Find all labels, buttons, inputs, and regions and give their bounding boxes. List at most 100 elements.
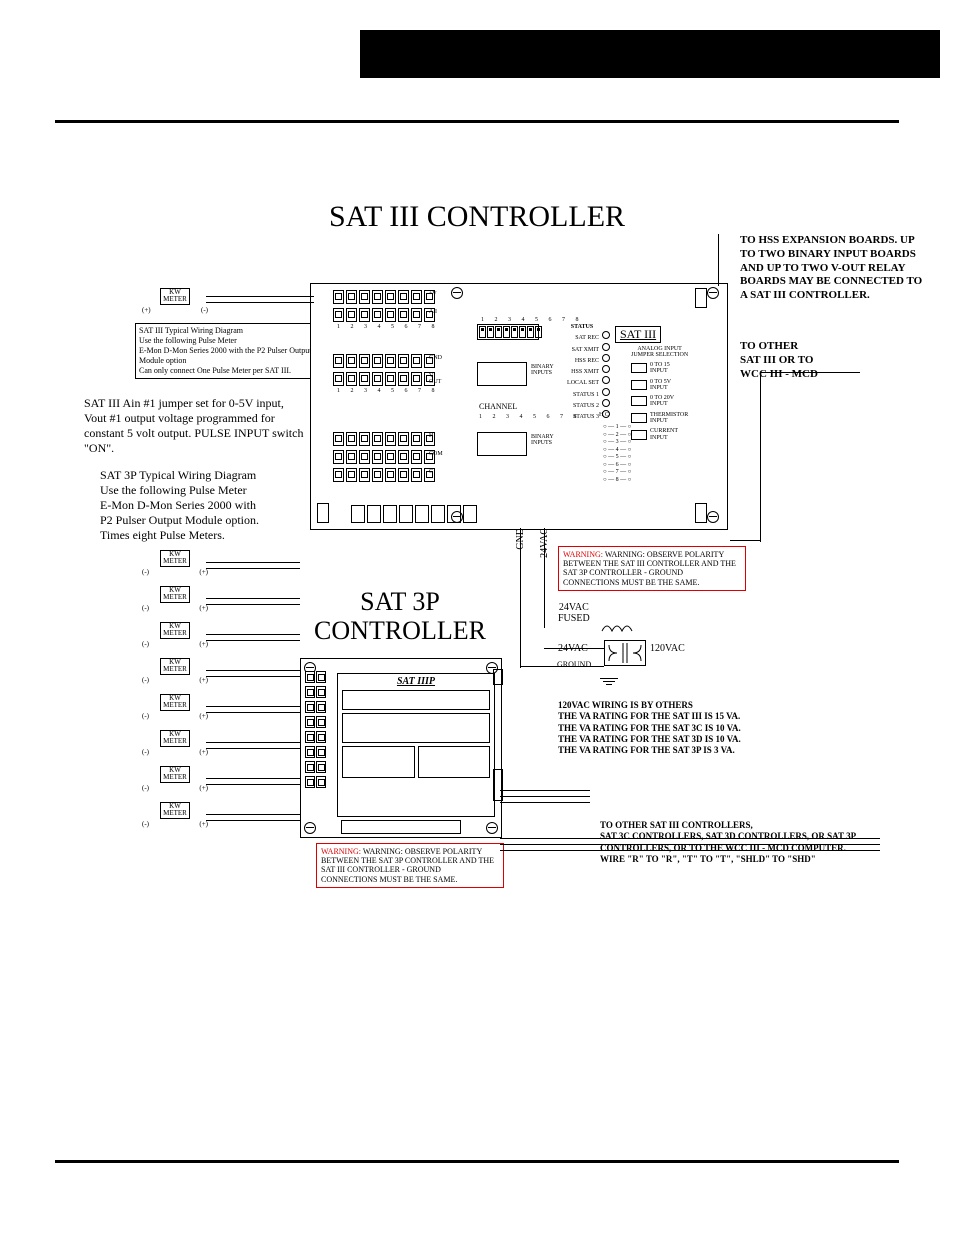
terminal-row [333,468,435,482]
jumper-option: THERMISTOR INPUT [631,412,688,425]
wire [520,666,604,667]
wire [206,820,300,821]
hc-row: ○ — 2 — ○ [603,432,631,440]
wire [206,748,300,749]
wire [206,814,300,815]
relay-slot [367,505,381,523]
sat3-board: +VA/IGNDV OUTHCOMC1 2 3 4 5 6 7 81 2 3 4… [310,283,728,530]
terminal-row-label: H [429,433,433,439]
wire [206,706,300,707]
jumper-option: 0 TO 5V INPUT [631,379,688,392]
sat3p-board: SAT IIIP [300,658,502,838]
hc-row: ○ — 7 — ○ [603,469,631,477]
terminal-row-label: A/I [429,309,437,315]
wire [500,802,590,803]
label-gnd-vert: GND [516,528,527,550]
screw-icon [707,287,719,299]
wire [206,302,314,303]
wire [206,778,300,779]
wire [500,790,590,791]
label-ground: GROUND [557,660,591,669]
sat3p-input-row [305,776,326,788]
wire [500,844,880,845]
divider-bottom [55,1160,899,1163]
status-led-row: LOCAL SET [557,376,610,386]
wire [206,604,300,605]
relay-slot [463,505,477,523]
screw-icon [451,287,463,299]
terminal-row-label: C [429,469,433,475]
rs485-connector [695,503,707,523]
kw-meter-8: KW METER(-)(+) [140,802,210,824]
status-led-row: STATUS 2 [557,399,610,409]
terminal-row-label: GND [429,355,442,361]
to-other-note: TO OTHER SAT III OR TO WCC III - MCD [740,340,880,381]
screw-icon [486,822,498,834]
status-led-row: SAT XMIT [557,343,610,353]
kw-meter-7: KW METER(-)(+) [140,766,210,788]
sat3p-input-row [305,761,326,773]
wire [500,796,590,797]
status-led-row: STATUS 1 [557,388,610,398]
status-led-row: STATUS 3 [557,410,610,420]
binary-input-block-2 [477,432,527,456]
label-24vac-fused: 24VAC FUSED [558,602,590,624]
relay-slot [383,505,397,523]
analog-jumper-label: ANALOG INPUT JUMPER SELECTION [631,346,688,359]
pol-plus: (+) [142,306,151,314]
divider-top [55,120,899,123]
terminal-numbers: 1 2 3 4 5 6 7 8 [337,324,439,330]
wire [206,640,300,641]
rs485-note: TO OTHER SAT III CONTROLLERS, SAT 3C CON… [600,820,860,865]
sat3-wiring-note: SAT III Typical Wiring Diagram Use the f… [135,323,323,379]
wire [206,712,300,713]
jumper-option: 0 TO 20V INPUT [631,395,688,408]
wire [206,562,300,563]
va-rating-note: 120VAC WIRING IS BY OTHERS THE VA RATING… [558,700,788,756]
wire [544,528,545,628]
hss-expansion-note: TO HSS EXPANSION BOARDS. UP TO TWO BINAR… [740,234,930,303]
page: SAT III CONTROLLER TO HSS EXPANSION BOAR… [0,0,954,1235]
hc-row: ○ — 8 — ○ [603,477,631,485]
binary-inputs-label-2: BINARY INPUTS [531,434,554,447]
status-led-row: SAT REC [557,331,610,341]
terminal-row-label: COM [429,451,443,457]
terminal-row [333,450,435,464]
hc-row: ○ — 6 — ○ [603,462,631,470]
sat3-board-label: SAT III [615,326,661,343]
kw-meter-label: KW METER [160,288,190,305]
sat3p-input-row [305,731,326,743]
screw-icon [707,511,719,523]
sat3p-input-row [305,746,326,758]
kw-meter-sat3: KW METER (+)(-) [140,288,210,310]
page-title: SAT III CONTROLLER [0,200,954,234]
dip-numbers: 1 2 3 4 5 6 7 8 [481,317,583,323]
wire [500,838,880,839]
terminal-row-label: V OUT [429,373,441,386]
wire [544,648,604,649]
sat3p-info-box [342,746,415,778]
binary-input-block-1 [477,362,527,386]
wire [206,784,300,785]
sat3p-info-box [342,690,490,710]
power-connector [317,503,329,523]
hc-row: ○ — 3 — ○ [603,439,631,447]
wire [760,372,860,373]
terminal-row [333,354,435,368]
sat3p-wiring-note: SAT 3P Typical Wiring Diagram Use the fo… [100,468,290,543]
status-led-row: STATUS [557,324,610,330]
sat3p-input-row [305,701,326,713]
kw-meter-3: KW METER(-)(+) [140,622,210,644]
wire [520,528,521,668]
ain-jumper-note: SAT III Ain #1 jumper set for 0-5V input… [84,396,304,456]
terminal-row [333,372,435,386]
binary-inputs-label-1: BINARY INPUTS [531,364,554,377]
label-24vac-vert: 24VAC [540,528,551,558]
wire [206,634,300,635]
relay-slot [415,505,429,523]
wire [718,234,719,286]
hc-row: ○ — 4 — ○ [603,447,631,455]
header-bar [360,30,940,78]
warning-label-2: WARNING: [321,847,361,856]
wire [730,540,760,541]
